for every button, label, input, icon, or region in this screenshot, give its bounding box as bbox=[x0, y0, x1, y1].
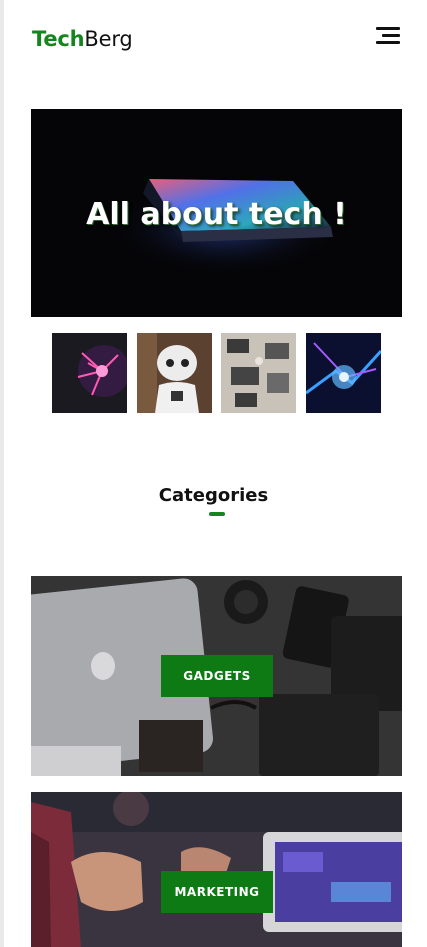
marketing-image bbox=[31, 792, 402, 947]
hero-banner: All about tech ! bbox=[31, 109, 402, 317]
logo-primary: Tech bbox=[32, 27, 85, 51]
category-card-marketing[interactable]: MARKETING bbox=[31, 792, 402, 947]
marketing-button[interactable]: MARKETING bbox=[161, 871, 273, 913]
title-underline bbox=[209, 512, 225, 516]
thumbnail-plasma-ball[interactable] bbox=[52, 333, 127, 413]
menu-line bbox=[376, 27, 400, 30]
logo-secondary: Berg bbox=[84, 27, 133, 51]
categories-title: Categories bbox=[158, 485, 269, 506]
thumbnail-circuit-lights[interactable] bbox=[306, 333, 381, 413]
header: TechBerg bbox=[0, 0, 427, 80]
hamburger-menu-icon[interactable] bbox=[372, 27, 400, 47]
site-logo[interactable]: TechBerg bbox=[32, 26, 133, 52]
thumbnail-robot[interactable] bbox=[137, 333, 212, 413]
gadgets-button[interactable]: GADGETS bbox=[161, 655, 273, 697]
page-edge bbox=[0, 0, 4, 947]
hero-title: All about tech ! bbox=[86, 197, 347, 232]
thumbnail-workspace[interactable] bbox=[221, 333, 296, 413]
category-card-gadgets[interactable]: GADGETS bbox=[31, 576, 402, 776]
menu-line bbox=[382, 34, 400, 37]
menu-line bbox=[376, 41, 400, 44]
